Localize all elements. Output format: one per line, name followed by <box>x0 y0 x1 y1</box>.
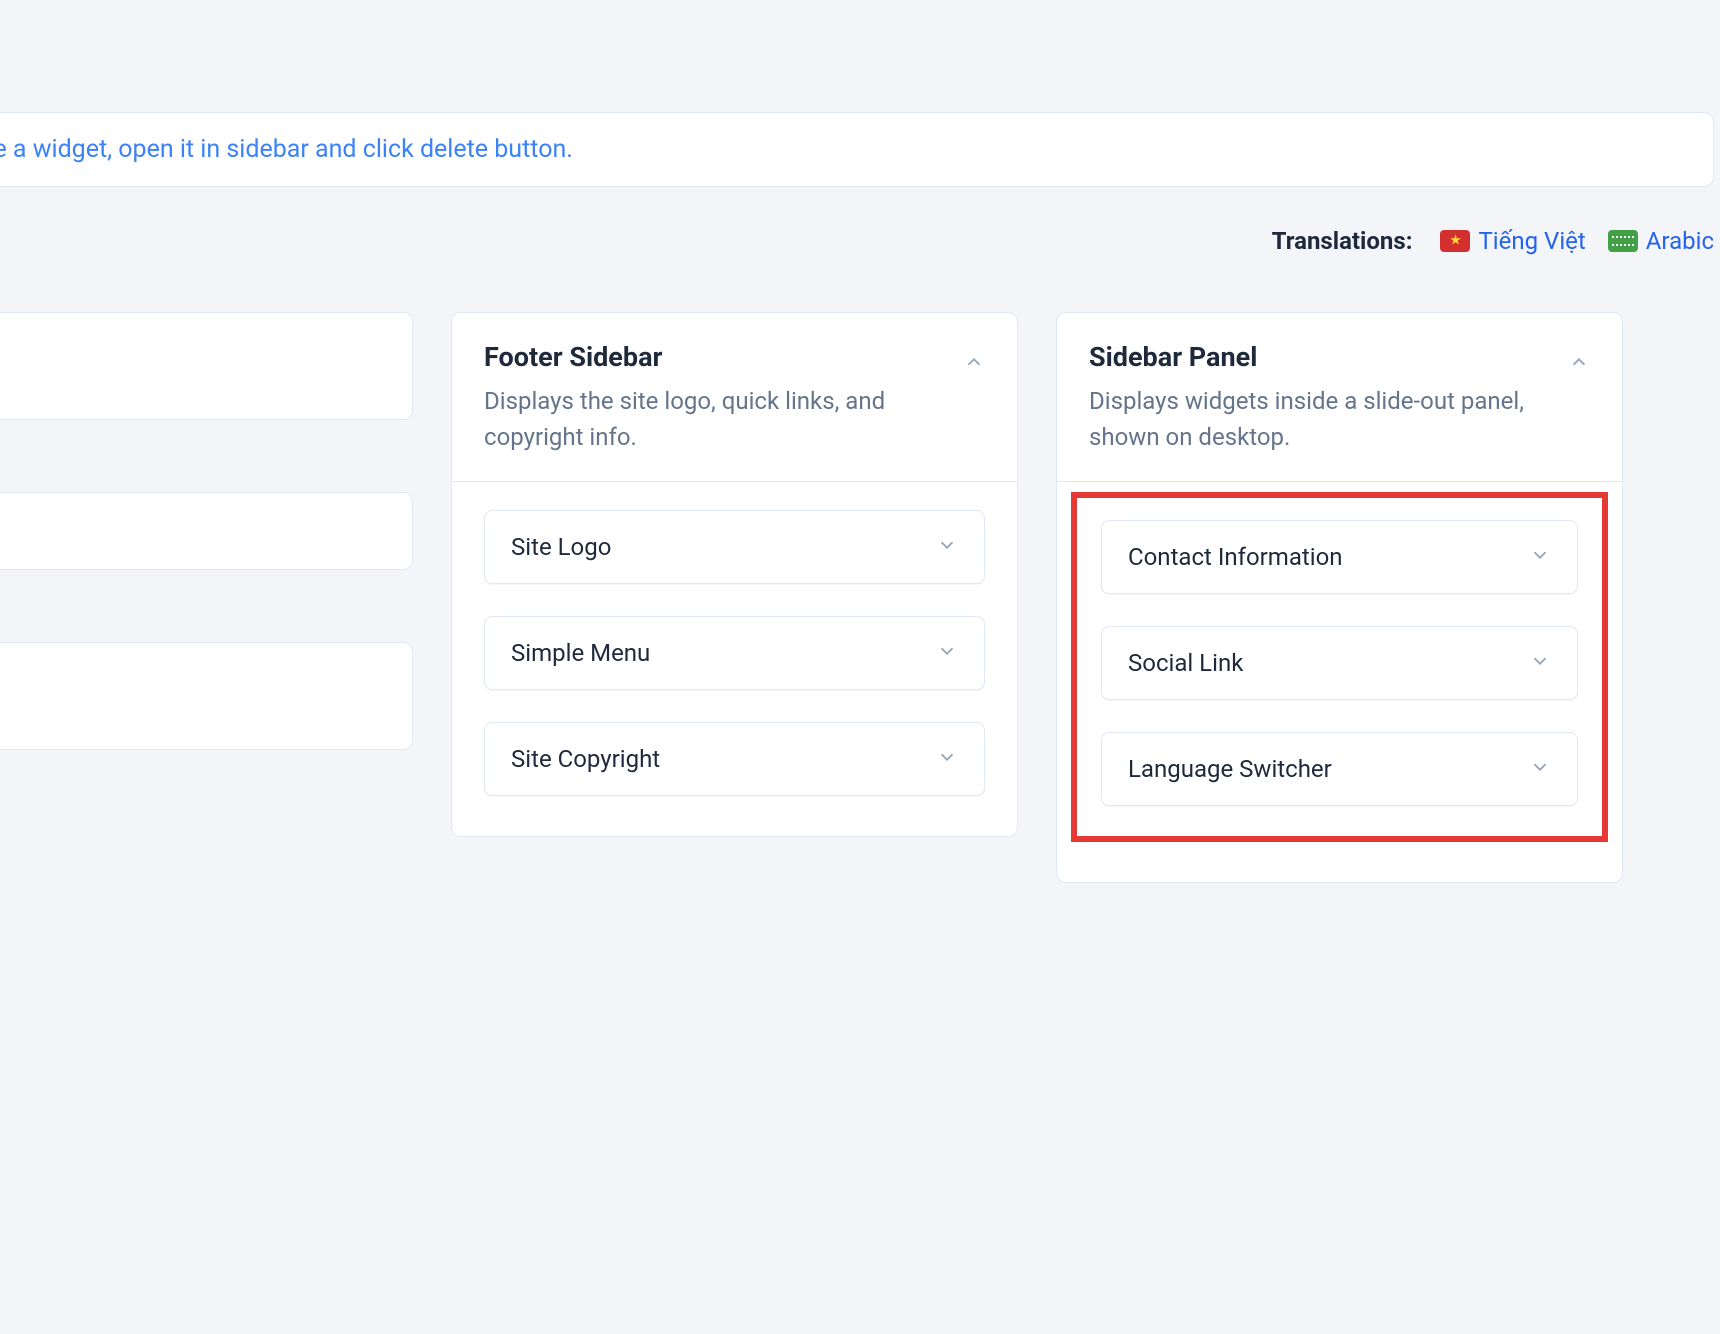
widget-columns: r HTML. Switcher ge switcher. go. Footer… <box>0 312 1623 883</box>
lang-link-vietnamese[interactable]: Tiếng Việt <box>1440 227 1585 255</box>
footer-sidebar-header[interactable]: Footer Sidebar Displays the site logo, q… <box>452 313 1017 482</box>
chevron-down-icon <box>936 640 958 666</box>
translations-row: Translations: Tiếng Việt Arabic <box>0 227 1714 255</box>
footer-sidebar-body: Site Logo Simple Menu Site Copyright <box>452 482 1017 836</box>
chevron-down-icon <box>1529 650 1551 676</box>
footer-sidebar-card: Footer Sidebar Displays the site logo, q… <box>451 312 1018 837</box>
clipped-desc-3: go. <box>0 766 413 794</box>
widget-social-link[interactable]: Social Link <box>1101 626 1578 700</box>
sidebar-panel-body: Contact Information Social Link Language… <box>1057 482 1622 882</box>
sidebar-panel-header[interactable]: Sidebar Panel Displays widgets inside a … <box>1057 313 1622 482</box>
widget-label: Site Copyright <box>511 745 660 773</box>
widget-site-copyright[interactable]: Site Copyright <box>484 722 985 796</box>
chevron-down-icon <box>936 534 958 560</box>
flag-saudi-icon <box>1608 230 1638 252</box>
clipped-desc-2: ge switcher. <box>0 586 413 614</box>
clipped-card-2[interactable]: Switcher <box>0 492 413 570</box>
widget-label: Simple Menu <box>511 639 650 667</box>
widget-label: Language Switcher <box>1128 755 1332 783</box>
clipped-card-3 <box>0 642 413 750</box>
widget-contact-information[interactable]: Contact Information <box>1101 520 1578 594</box>
info-banner: o deactivate a widget, open it in sideba… <box>0 112 1714 187</box>
widget-label: Site Logo <box>511 533 611 561</box>
card-description: Displays widgets inside a slide-out pane… <box>1089 383 1552 455</box>
translations-label: Translations: <box>1272 227 1413 255</box>
widget-simple-menu[interactable]: Simple Menu <box>484 616 985 690</box>
card-title: Sidebar Panel <box>1089 341 1552 373</box>
widget-language-switcher[interactable]: Language Switcher <box>1101 732 1578 806</box>
lang-label: Arabic <box>1646 227 1714 255</box>
chevron-up-icon[interactable] <box>1568 351 1590 377</box>
info-banner-text: o deactivate a widget, open it in sideba… <box>0 135 573 164</box>
widget-site-logo[interactable]: Site Logo <box>484 510 985 584</box>
chevron-down-icon <box>1529 544 1551 570</box>
clipped-card-1 <box>0 312 413 420</box>
chevron-down-icon <box>936 746 958 772</box>
widget-label: Contact Information <box>1128 543 1343 571</box>
chevron-up-icon[interactable] <box>963 351 985 377</box>
clipped-desc-1: r HTML. <box>0 436 413 464</box>
highlight-box: Contact Information Social Link Language… <box>1071 492 1608 842</box>
flag-vietnam-icon <box>1440 230 1470 252</box>
card-description: Displays the site logo, quick links, and… <box>484 383 947 455</box>
lang-label: Tiếng Việt <box>1478 227 1585 255</box>
card-title: Footer Sidebar <box>484 341 947 373</box>
chevron-down-icon <box>1529 756 1551 782</box>
widget-label: Social Link <box>1128 649 1243 677</box>
sidebar-panel-card: Sidebar Panel Displays widgets inside a … <box>1056 312 1623 883</box>
lang-link-arabic[interactable]: Arabic <box>1608 227 1714 255</box>
left-clipped-column: r HTML. Switcher ge switcher. go. <box>0 312 413 794</box>
